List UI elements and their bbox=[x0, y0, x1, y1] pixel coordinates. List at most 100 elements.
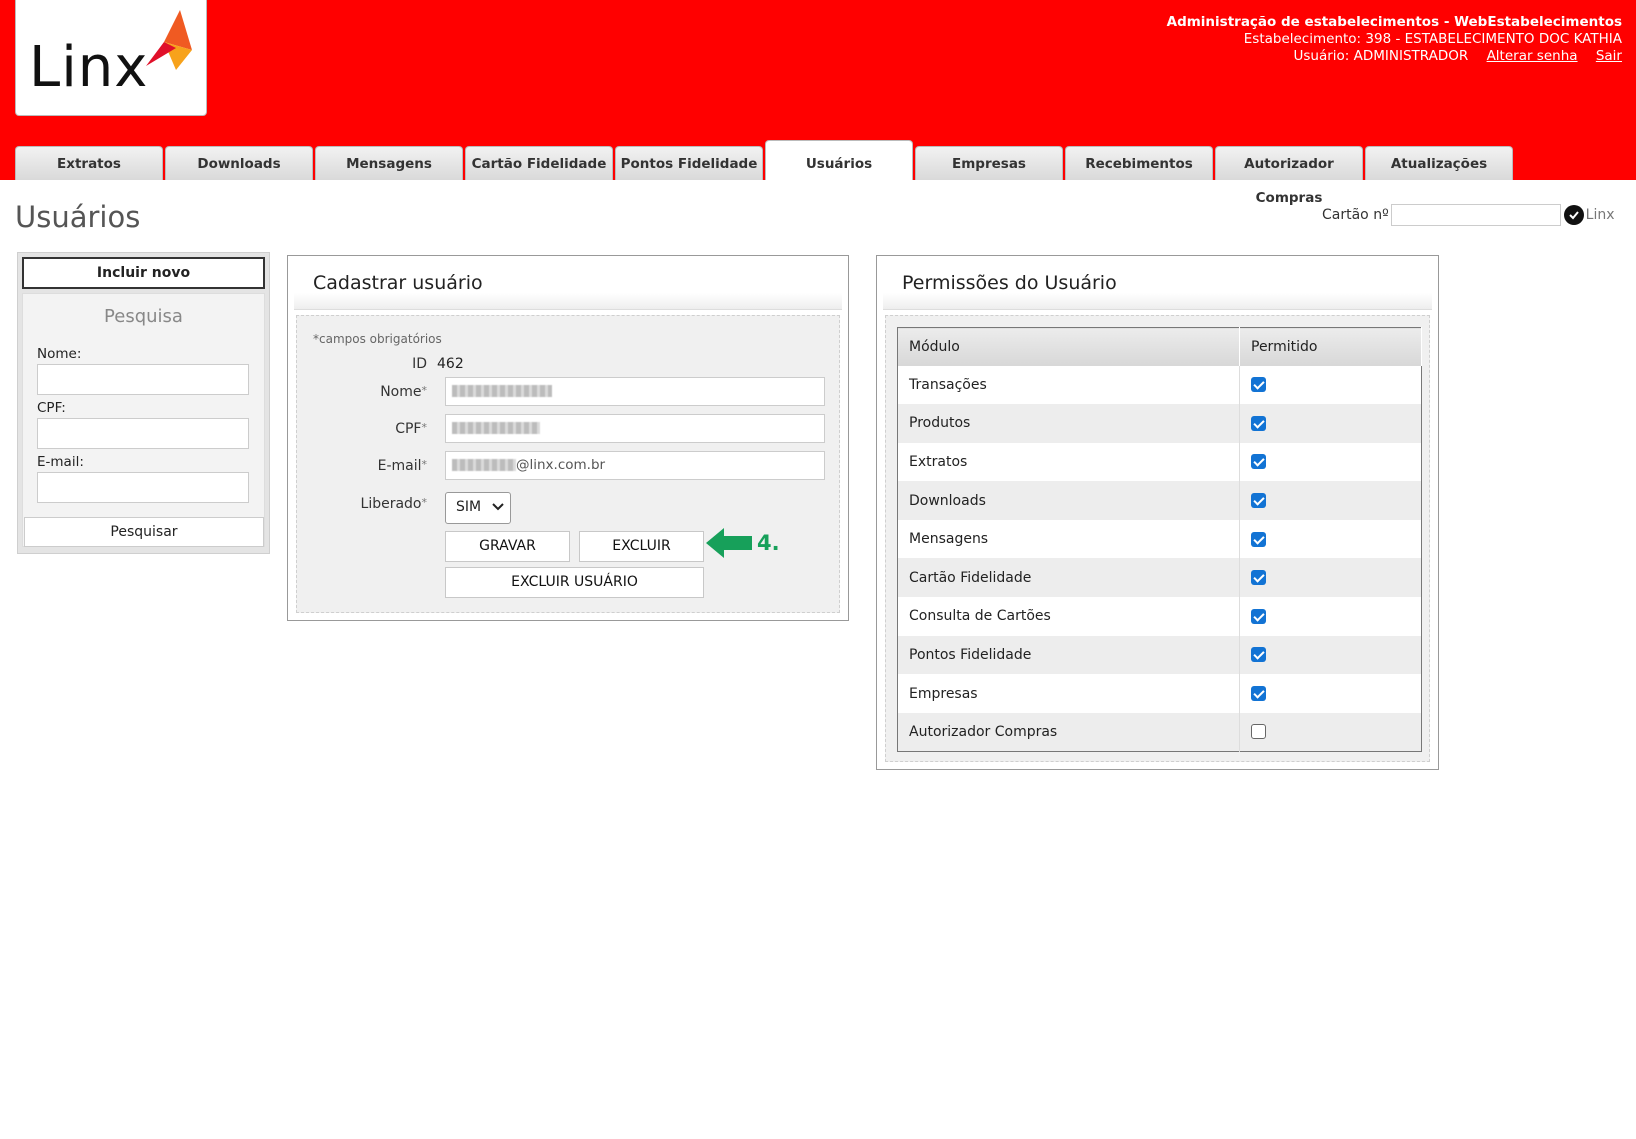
mini-linx-logo: Linx bbox=[1585, 207, 1615, 223]
estabelecimento-text: Estabelecimento: 398 - ESTABELECIMENTO D… bbox=[1243, 31, 1622, 47]
permitido-cell bbox=[1239, 404, 1422, 443]
cartao-input[interactable] bbox=[1390, 204, 1561, 226]
page-title: Usuários bbox=[15, 200, 141, 234]
liberado-select[interactable]: SIM bbox=[445, 492, 511, 524]
permitido-cell bbox=[1239, 481, 1422, 520]
cadastrar-usuario-form: *campos obrigatórios ID 462 Nome* CPF* E… bbox=[296, 315, 840, 613]
alterar-senha-link[interactable]: Alterar senha bbox=[1487, 48, 1578, 64]
cadastrar-usuario-title: Cadastrar usuário bbox=[294, 256, 842, 310]
email-search-input[interactable] bbox=[37, 472, 249, 503]
cadastrar-usuario-panel: Cadastrar usuário *campos obrigatórios I… bbox=[287, 255, 849, 621]
modulo-cell: Consulta de Cartões bbox=[897, 597, 1240, 636]
permitido-cell bbox=[1239, 558, 1422, 598]
table-row: Produtos bbox=[897, 404, 1422, 443]
usuario-text: Usuário: ADMINISTRADOR bbox=[1293, 48, 1469, 64]
pesquisar-button[interactable]: Pesquisar bbox=[24, 517, 264, 547]
email-label: E-mail: bbox=[37, 454, 84, 470]
green-arrow-left-icon bbox=[706, 528, 752, 558]
tab-empresas[interactable]: Empresas bbox=[915, 146, 1063, 180]
step-annotation: 4. bbox=[757, 531, 780, 555]
check-circle-icon[interactable] bbox=[1563, 205, 1584, 225]
nome-search-input[interactable] bbox=[37, 364, 249, 395]
nome-field-label: Nome* bbox=[380, 384, 427, 400]
header-info: Administração de estabelecimentos - WebE… bbox=[1167, 14, 1622, 65]
permitido-checkbox[interactable] bbox=[1251, 647, 1266, 663]
search-sidebar: Incluir novo Pesquisa Nome: CPF: E-mail:… bbox=[17, 252, 270, 554]
permitido-cell bbox=[1240, 520, 1422, 559]
nome-field[interactable] bbox=[445, 377, 825, 406]
tab-downloads[interactable]: Downloads bbox=[165, 146, 313, 180]
table-row: Extratos bbox=[897, 442, 1422, 482]
logo-text: Linx bbox=[29, 35, 149, 100]
excluir-usuario-button[interactable]: EXCLUIR USUÁRIO bbox=[445, 567, 704, 598]
permitido-cell bbox=[1240, 597, 1422, 636]
cpf-field-label: CPF* bbox=[395, 421, 427, 437]
modulo-cell: Autorizador Compras bbox=[897, 712, 1240, 752]
id-value: 462 bbox=[437, 356, 464, 372]
chevron-down-icon bbox=[492, 503, 504, 511]
permissoes-title: Permissões do Usuário bbox=[883, 256, 1432, 310]
table-row: Empresas bbox=[897, 674, 1422, 713]
tab-recebimentos[interactable]: Recebimentos bbox=[1065, 146, 1213, 180]
modulo-cell: Produtos bbox=[897, 404, 1240, 443]
table-row: Cartão Fidelidade bbox=[897, 558, 1422, 598]
modulo-cell: Extratos bbox=[897, 442, 1240, 482]
excluir-button[interactable]: EXCLUIR bbox=[579, 531, 704, 562]
permitido-checkbox[interactable] bbox=[1251, 377, 1266, 393]
col-modulo-header: Módulo bbox=[897, 327, 1240, 366]
permissoes-panel: Permissões do Usuário Módulo Permitido T… bbox=[876, 255, 1439, 770]
app-title: Administração de estabelecimentos - WebE… bbox=[1166, 14, 1622, 30]
tab-mensagens[interactable]: Mensagens bbox=[315, 146, 463, 180]
sair-link[interactable]: Sair bbox=[1596, 48, 1622, 64]
tab-cartao-fidelidade[interactable]: Cartão Fidelidade bbox=[465, 146, 613, 180]
table-row: Pontos Fidelidade bbox=[897, 635, 1422, 675]
col-permitido-header: Permitido bbox=[1239, 327, 1422, 366]
cpf-label: CPF: bbox=[37, 400, 66, 416]
modulo-cell: Pontos Fidelidade bbox=[897, 635, 1240, 675]
linx-logo[interactable]: Linx bbox=[15, 0, 207, 116]
table-row: Consulta de Cartões bbox=[897, 597, 1422, 636]
logo-x-mark-icon bbox=[146, 10, 192, 70]
modulo-cell: Empresas bbox=[897, 674, 1240, 713]
permitido-cell bbox=[1240, 674, 1422, 713]
gravar-button[interactable]: GRAVAR bbox=[445, 531, 570, 562]
permitido-checkbox[interactable] bbox=[1251, 686, 1266, 702]
permitido-cell bbox=[1240, 443, 1422, 482]
modulo-cell: Downloads bbox=[897, 481, 1240, 520]
permitido-checkbox[interactable] bbox=[1251, 454, 1266, 470]
modulo-cell: Mensagens bbox=[897, 519, 1240, 559]
pesquisa-box: Pesquisa Nome: CPF: E-mail: Pesquisar bbox=[22, 293, 265, 547]
tab-atualizacoes[interactable]: Atualizações bbox=[1365, 146, 1513, 180]
permitido-cell bbox=[1240, 366, 1422, 405]
permitido-checkbox[interactable] bbox=[1251, 724, 1266, 740]
permitido-checkbox[interactable] bbox=[1251, 415, 1266, 431]
tab-extratos[interactable]: Extratos bbox=[15, 146, 163, 180]
cpf-search-input[interactable] bbox=[37, 418, 249, 449]
email-field[interactable]: @linx.com.br bbox=[445, 451, 825, 480]
tab-pontos-fidelidade[interactable]: Pontos Fidelidade bbox=[615, 146, 763, 180]
table-row: Downloads bbox=[897, 481, 1422, 520]
id-label: ID bbox=[412, 356, 427, 372]
permitido-checkbox[interactable] bbox=[1251, 608, 1266, 624]
cartao-search: Cartão nº Linx bbox=[1322, 204, 1615, 226]
table-row: Autorizador Compras bbox=[897, 712, 1422, 752]
liberado-label: Liberado* bbox=[360, 496, 427, 512]
incluir-novo-button[interactable]: Incluir novo bbox=[22, 257, 265, 289]
email-field-label: E-mail* bbox=[377, 458, 427, 474]
modulo-cell: Transações bbox=[897, 365, 1240, 405]
table-row: Mensagens bbox=[897, 519, 1422, 559]
modulo-cell: Cartão Fidelidade bbox=[897, 558, 1240, 598]
permitido-checkbox[interactable] bbox=[1251, 570, 1266, 586]
cpf-field[interactable] bbox=[445, 414, 825, 443]
campos-obrigatorios-note: *campos obrigatórios bbox=[313, 332, 442, 346]
tab-usuarios[interactable]: Usuários bbox=[765, 140, 913, 180]
permitido-cell bbox=[1239, 635, 1422, 675]
tab-autorizador-compras[interactable]: Autorizador Compras bbox=[1215, 146, 1363, 206]
pesquisa-title: Pesquisa bbox=[104, 306, 183, 327]
nome-label: Nome: bbox=[37, 346, 82, 362]
permitido-checkbox[interactable] bbox=[1251, 531, 1266, 547]
permitido-checkbox[interactable] bbox=[1251, 493, 1266, 509]
table-row: Transações bbox=[897, 365, 1422, 405]
permissoes-body: Módulo Permitido Transações Produtos Extra… bbox=[885, 315, 1430, 762]
permitido-cell bbox=[1239, 712, 1422, 752]
